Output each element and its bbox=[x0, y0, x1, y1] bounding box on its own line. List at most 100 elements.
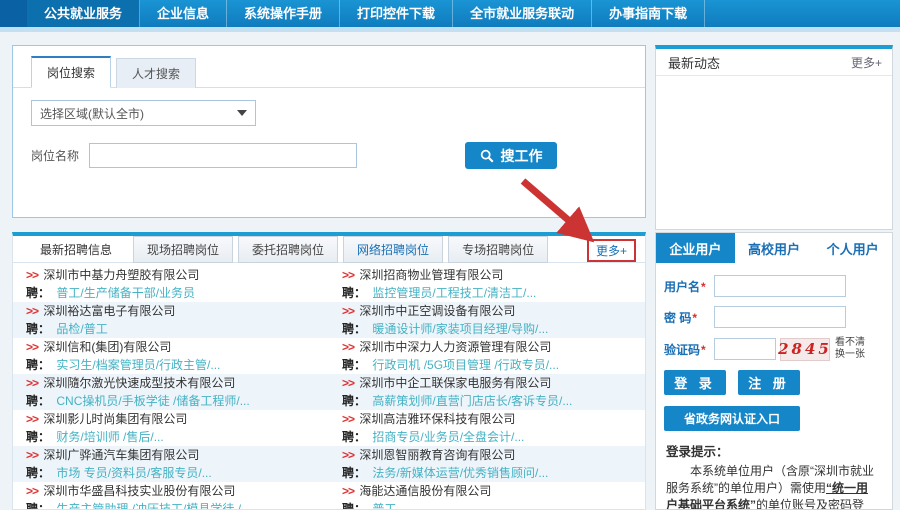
recruitment-more-link[interactable]: 更多+ bbox=[596, 244, 627, 258]
hire-label: 聘： bbox=[26, 358, 50, 372]
hire-label: 聘： bbox=[342, 358, 366, 372]
item-prefix: >> bbox=[342, 376, 354, 390]
job-titles-link[interactable]: 行政司机 /5G项目管理 /行政专员/... bbox=[372, 358, 559, 372]
news-title: 最新动态 bbox=[668, 53, 720, 72]
job-listing: >> 海能达通信股份有限公司 聘： 普工 bbox=[329, 482, 645, 510]
username-input[interactable] bbox=[714, 275, 846, 297]
login-tab[interactable]: 高校用户 bbox=[735, 233, 814, 263]
top-nav: 公共就业服务企业信息系统操作手册打印控件下载全市就业服务联动办事指南下载 bbox=[0, 0, 900, 27]
job-listing: >> 深圳隨尔激光快速成型技术有限公司 聘： CNC操机员/手板学徒 /储备工程… bbox=[13, 374, 329, 410]
company-link[interactable]: 深圳隨尔激光快速成型技术有限公司 bbox=[43, 376, 235, 390]
job-titles-link[interactable]: 市场 专员/资料员/客服专员/... bbox=[56, 466, 211, 480]
login-button[interactable]: 登 录 bbox=[664, 370, 726, 395]
recruitment-panel: 最新招聘信息现场招聘岗位委托招聘岗位网络招聘岗位专场招聘岗位 更多+ >> 深圳… bbox=[12, 232, 646, 510]
job-titles-link[interactable]: 招商专员/业务员/全盘会计/... bbox=[372, 430, 524, 444]
login-tips-paragraph: 本系统单位用户（含原“深圳市就业服务系统”的单位用户）需使用“统一用户基础平台系… bbox=[666, 463, 878, 510]
job-titles-link[interactable]: 高薪策划师/直营门店店长/客诉专员/... bbox=[372, 394, 572, 408]
company-link[interactable]: 深圳市华盛昌科技实业股份有限公司 bbox=[43, 484, 235, 498]
captcha-refresh-link-2[interactable]: 换一张 bbox=[835, 349, 865, 361]
job-titles-link[interactable]: 实习生/档案管理员/行政主管/... bbox=[56, 358, 220, 372]
item-prefix: >> bbox=[342, 484, 354, 498]
login-tabs: 企业用户高校用户个人用户 bbox=[656, 233, 892, 263]
search-tab[interactable]: 人才搜索 bbox=[116, 58, 196, 88]
nav-item[interactable]: 企业信息 bbox=[140, 0, 227, 27]
job-listing: >> 深圳影儿时尚集团有限公司 聘： 财务/培训师 /售后/... bbox=[13, 410, 329, 446]
chevron-down-icon bbox=[237, 110, 247, 116]
company-link[interactable]: 深圳恩智丽教育咨询有限公司 bbox=[359, 448, 515, 462]
job-listing: >> 深圳恩智丽教育咨询有限公司 聘： 法务/新媒体运营/优秀销售顾问/... bbox=[329, 446, 645, 482]
search-button-label: 搜工作 bbox=[501, 146, 543, 166]
company-link[interactable]: 深圳市中企工联保家电服务有限公司 bbox=[359, 376, 551, 390]
job-titles-link[interactable]: CNC操机员/手板学徒 /储备工程师/... bbox=[56, 394, 249, 408]
company-link[interactable]: 深圳信和(集团)有限公司 bbox=[43, 340, 171, 354]
region-select[interactable]: 选择区域(默认全市) bbox=[31, 100, 256, 126]
company-link[interactable]: 深圳市中深力人力资源管理有限公司 bbox=[359, 340, 551, 354]
item-prefix: >> bbox=[342, 340, 354, 354]
company-link[interactable]: 海能达通信股份有限公司 bbox=[359, 484, 491, 498]
company-link[interactable]: 深圳市中基力舟塑胶有限公司 bbox=[43, 268, 199, 282]
more-annotation-box: 更多+ bbox=[587, 239, 636, 262]
company-link[interactable]: 深圳影儿时尚集团有限公司 bbox=[43, 412, 187, 426]
item-prefix: >> bbox=[26, 412, 38, 426]
search-job-button[interactable]: 搜工作 bbox=[465, 142, 557, 169]
login-tab[interactable]: 企业用户 bbox=[656, 233, 735, 263]
register-button[interactable]: 注 册 bbox=[738, 370, 800, 395]
password-input[interactable] bbox=[714, 306, 846, 328]
nav-item[interactable]: 公共就业服务 bbox=[27, 0, 140, 27]
item-prefix: >> bbox=[26, 448, 38, 462]
nav-item[interactable]: 全市就业服务联动 bbox=[453, 0, 592, 27]
job-titles-link[interactable]: 财务/培训师 /售后/... bbox=[56, 430, 163, 444]
captcha-input[interactable] bbox=[714, 338, 776, 360]
job-titles-link[interactable]: 普工 bbox=[372, 502, 396, 510]
hire-label: 聘： bbox=[342, 286, 366, 300]
search-icon bbox=[480, 149, 494, 163]
login-tips: 登录提示： 本系统单位用户（含原“深圳市就业服务系统”的单位用户）需使用“统一用… bbox=[664, 431, 884, 510]
item-prefix: >> bbox=[342, 448, 354, 462]
job-titles-link[interactable]: 品检/普工 bbox=[56, 322, 107, 336]
recruitment-tab[interactable]: 专场招聘岗位 bbox=[448, 236, 548, 263]
hire-label: 聘： bbox=[342, 466, 366, 480]
required-mark: * bbox=[692, 311, 697, 325]
hire-label: 聘： bbox=[342, 430, 366, 444]
job-listing: >> 深圳市中企工联保家电服务有限公司 聘： 高薪策划师/直营门店店长/客诉专员… bbox=[329, 374, 645, 410]
search-tab[interactable]: 岗位搜索 bbox=[31, 56, 111, 88]
company-link[interactable]: 深圳招商物业管理有限公司 bbox=[359, 268, 503, 282]
company-link[interactable]: 深圳高洁雅环保科技有限公司 bbox=[359, 412, 515, 426]
nav-substrip bbox=[0, 27, 900, 32]
hire-label: 聘： bbox=[342, 322, 366, 336]
job-listing: >> 深圳广骅通汽车集团有限公司 聘： 市场 专员/资料员/客服专员/... bbox=[13, 446, 329, 482]
job-titles-link[interactable]: 暖通设计师/家装项目经理/导购/... bbox=[372, 322, 548, 336]
hire-label: 聘： bbox=[26, 394, 50, 408]
job-listings-right: >> 深圳招商物业管理有限公司 聘： 监控管理员/工程技工/清洁工/... >>… bbox=[329, 266, 645, 510]
login-panel: 企业用户高校用户个人用户 用户名* 密 码* 验证码* 2845 看不清 换一张… bbox=[655, 232, 893, 510]
search-tabs: 岗位搜索人才搜索 bbox=[13, 46, 645, 88]
job-listings-left: >> 深圳市中基力舟塑胶有限公司 聘： 普工/生产储备干部/业务员 >> 深圳裕… bbox=[13, 266, 329, 510]
job-listing: >> 深圳市华盛昌科技实业股份有限公司 聘： 生产主管助理 /冲压技工/模具学徒… bbox=[13, 482, 329, 510]
recruitment-tab[interactable]: 现场招聘岗位 bbox=[133, 236, 233, 263]
job-name-input[interactable] bbox=[89, 143, 357, 168]
job-listing: >> 深圳高洁雅环保科技有限公司 聘： 招商专员/业务员/全盘会计/... bbox=[329, 410, 645, 446]
job-titles-link[interactable]: 监控管理员/工程技工/清洁工/... bbox=[372, 286, 536, 300]
company-link[interactable]: 深圳广骅通汽车集团有限公司 bbox=[43, 448, 199, 462]
recruitment-tab[interactable]: 网络招聘岗位 bbox=[343, 236, 443, 263]
job-titles-link[interactable]: 生产主管助理 /冲压技工/模具学徒 /... bbox=[56, 502, 251, 510]
job-titles-link[interactable]: 法务/新媒体运营/优秀销售顾问/... bbox=[372, 466, 548, 480]
recruitment-tab[interactable]: 委托招聘岗位 bbox=[238, 236, 338, 263]
nav-item[interactable]: 办事指南下载 bbox=[592, 0, 705, 27]
captcha-refresh-link-1[interactable]: 看不清 bbox=[835, 337, 865, 349]
captcha-label: 验证码* bbox=[664, 341, 714, 358]
job-titles-link[interactable]: 普工/生产储备干部/业务员 bbox=[56, 286, 195, 300]
company-link[interactable]: 深圳市中正空调设备有限公司 bbox=[359, 304, 515, 318]
nav-item[interactable]: 打印控件下载 bbox=[340, 0, 453, 27]
item-prefix: >> bbox=[26, 268, 38, 282]
required-mark: * bbox=[701, 280, 706, 294]
gov-portal-button[interactable]: 省政务网认证入口 bbox=[664, 406, 800, 431]
nav-left-block bbox=[0, 0, 27, 27]
recruitment-tab[interactable]: 最新招聘信息 bbox=[27, 237, 125, 262]
login-tab[interactable]: 个人用户 bbox=[813, 233, 892, 263]
company-link[interactable]: 深圳裕达富电子有限公司 bbox=[43, 304, 175, 318]
news-more-link[interactable]: 更多+ bbox=[851, 54, 882, 71]
nav-item[interactable]: 系统操作手册 bbox=[227, 0, 340, 27]
hire-label: 聘： bbox=[26, 502, 50, 510]
hire-label: 聘： bbox=[26, 430, 50, 444]
